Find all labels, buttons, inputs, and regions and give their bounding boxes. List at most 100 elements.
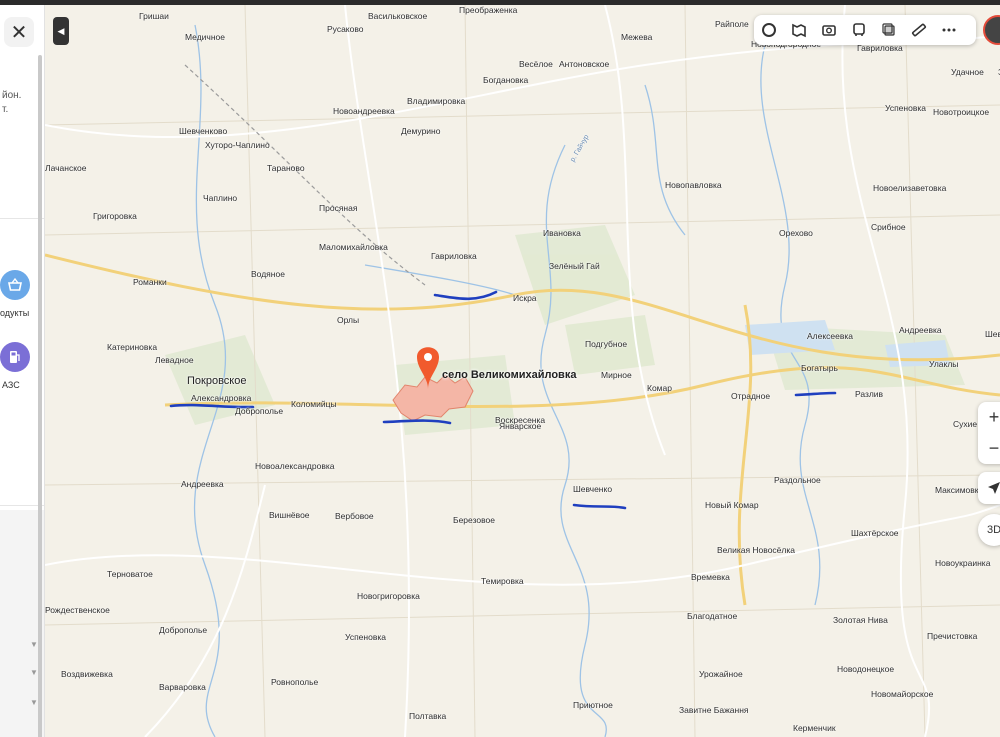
place-label: Романки <box>133 277 167 287</box>
place-label: Шевч <box>985 329 1000 339</box>
place-label: Золотая Нива <box>833 615 888 625</box>
place-label: Алексеевка <box>807 331 854 341</box>
place-label: Андреевка <box>899 325 942 335</box>
place-label: Новодонецкое <box>837 664 895 674</box>
locate-button[interactable] <box>978 472 1000 504</box>
navigation-arrow-icon <box>988 482 1000 494</box>
map-canvas[interactable]: Гришаи Медичное Русаково Васильковское Преоб… <box>45 5 1000 737</box>
place-label: Вербовое <box>335 511 374 521</box>
place-label: Андреевка <box>181 479 224 489</box>
ruler-icon <box>911 23 927 37</box>
place-label: Новоалександровка <box>255 461 335 471</box>
photo-icon <box>822 25 836 36</box>
place-label: Хуторо-Чаплино <box>205 140 270 150</box>
place-label: Разлив <box>855 389 884 399</box>
place-label: Полтавка <box>409 711 447 721</box>
fuel-icon <box>10 351 20 363</box>
place-label: Межева <box>621 32 653 42</box>
place-label: Мирное <box>601 370 632 380</box>
more-button[interactable] <box>934 15 964 45</box>
place-label: Улаклы <box>929 359 959 369</box>
place-label: Максимовка <box>935 485 984 495</box>
place-label: Весёлое <box>519 59 553 69</box>
gas-station-label: АЗС <box>2 380 20 390</box>
place-label: Ровнополье <box>271 677 319 687</box>
place-label: Владимировка <box>407 96 466 106</box>
place-label: Новопавловка <box>665 180 722 190</box>
place-label: Шевченково <box>179 126 228 136</box>
more-icon <box>942 28 956 32</box>
place-label: Александровка <box>191 393 252 403</box>
place-label: Левадное <box>155 355 194 365</box>
place-label: Богатырь <box>801 363 838 373</box>
gas-station-button[interactable] <box>0 342 30 372</box>
place-label: Новоандреевка <box>333 106 395 116</box>
chevron-down-icon[interactable]: ▼ <box>30 698 38 707</box>
place-label: Вишнёвое <box>269 510 310 520</box>
collapse-panel-button[interactable]: ◀ <box>53 17 69 45</box>
place-label: Искра <box>513 293 537 303</box>
layers-icon <box>762 23 776 37</box>
place-label: Удачное <box>951 67 984 77</box>
transit-button[interactable] <box>844 15 874 45</box>
place-label: Григоровка <box>93 211 137 221</box>
place-label: Березовое <box>453 515 495 525</box>
map-toolbar <box>754 15 976 45</box>
close-button[interactable]: ✕ <box>4 17 34 47</box>
place-label: Демурино <box>401 126 441 136</box>
zoom-out-button[interactable]: − <box>978 433 1000 464</box>
place-label: Зелёный Гай <box>549 261 600 271</box>
overlay-button[interactable] <box>874 15 904 45</box>
sidebar-scrollbar[interactable] <box>38 55 42 737</box>
place-label: Богдановка <box>483 75 529 85</box>
place-label: Приютное <box>573 700 613 710</box>
sidebar-text-fragment: йон. т. <box>2 90 22 115</box>
place-label: Шахтёрское <box>851 528 899 538</box>
chevron-down-icon[interactable]: ▼ <box>30 640 38 649</box>
place-label: Сухие <box>953 419 978 429</box>
place-label: Январское <box>499 421 542 431</box>
place-label: Ивановка <box>543 228 581 238</box>
place-label: Новоукраинка <box>935 558 991 568</box>
ruler-button[interactable] <box>904 15 934 45</box>
place-label: Варваровка <box>159 682 206 692</box>
layers-button[interactable] <box>754 15 784 45</box>
place-label: Васильковское <box>368 11 428 21</box>
place-label: Новомайорское <box>871 689 934 699</box>
place-label: Комар <box>647 383 672 393</box>
products-label: одукты <box>0 308 30 318</box>
selected-place-label: село Великомихайловка <box>442 369 577 381</box>
place-label: Коломийцы <box>291 399 337 409</box>
place-label: Доброполье <box>235 406 284 416</box>
place-label: Времевка <box>691 572 730 582</box>
products-button[interactable] <box>0 270 30 300</box>
photo-button[interactable] <box>814 15 844 45</box>
place-label: Керменчик <box>793 723 836 733</box>
place-label: Водяное <box>251 269 285 279</box>
place-label: Воздвижевка <box>61 669 113 679</box>
chevron-down-icon[interactable]: ▼ <box>30 668 38 677</box>
close-icon: ✕ <box>10 21 28 44</box>
place-label: Медичное <box>185 32 226 42</box>
place-label: Срибное <box>871 222 906 232</box>
place-label: Гавриловка <box>431 251 477 261</box>
basket-icon <box>8 277 22 291</box>
place-label: Маломихайловка <box>319 242 388 252</box>
place-label: Новый Комар <box>705 500 759 510</box>
overlay-icon <box>882 23 895 36</box>
place-label: Гришаи <box>139 11 169 21</box>
panorama-button[interactable] <box>784 15 814 45</box>
place-label: Новотроицкое <box>933 107 990 117</box>
place-label: Пречистовка <box>927 631 978 641</box>
place-label: Благодатное <box>687 611 738 621</box>
place-label: Антоновское <box>559 59 610 69</box>
place-label: Раздольное <box>774 475 821 485</box>
place-label: Успеновка <box>885 103 926 113</box>
place-label: Великая Новосёлка <box>717 545 796 555</box>
place-label: Отрадное <box>731 391 771 401</box>
place-label: Успеновка <box>345 632 386 642</box>
zoom-in-button[interactable]: + <box>978 402 1000 433</box>
place-label: Терноватое <box>107 569 153 579</box>
place-label: Райполе <box>715 19 749 29</box>
place-label: Новоелизаветовка <box>873 183 947 193</box>
